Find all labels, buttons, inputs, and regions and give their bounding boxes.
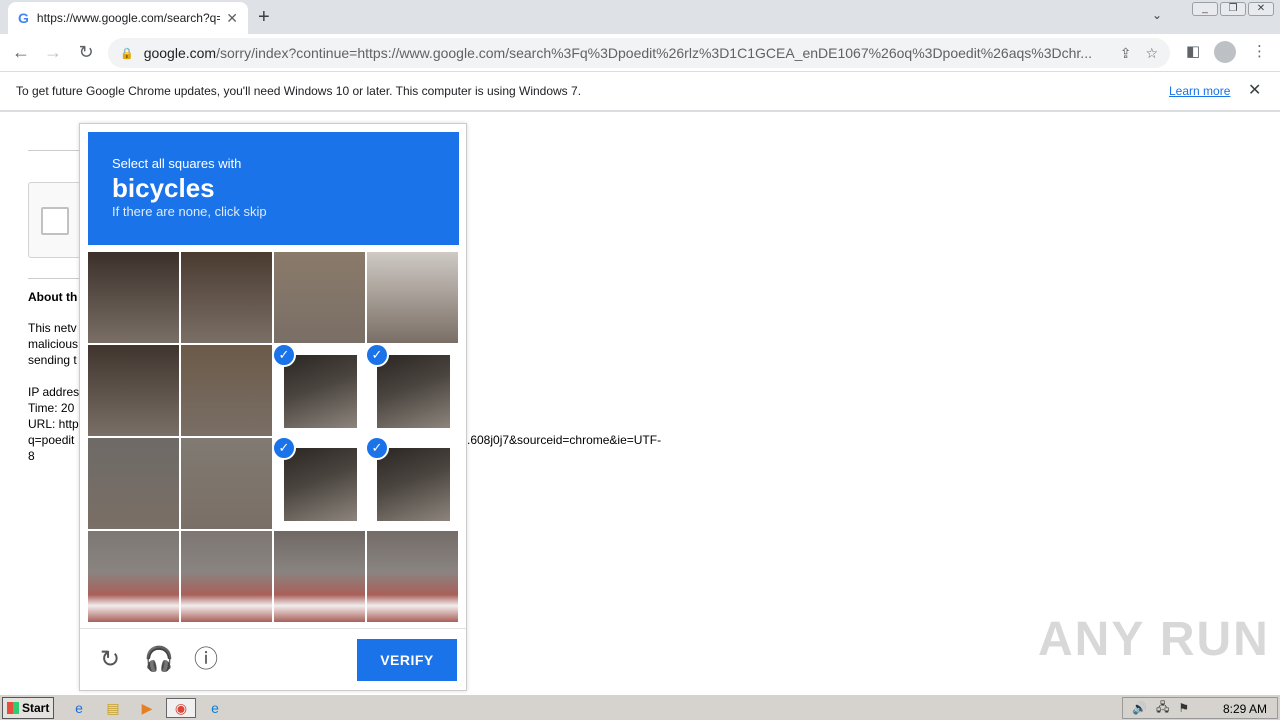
learn-more-link[interactable]: Learn more <box>1169 84 1230 98</box>
captcha-tile[interactable] <box>181 438 272 529</box>
tab-search-chevron-icon[interactable]: ⌄ <box>1152 8 1162 22</box>
minimize-icon[interactable]: _ <box>1192 2 1218 16</box>
anyrun-watermark: ANY RUN <box>1038 613 1270 666</box>
captcha-tile[interactable]: ✓ <box>274 438 365 529</box>
captcha-instruction: Select all squares with <box>112 156 242 171</box>
page-text-line: 8 <box>28 449 35 463</box>
new-tab-icon[interactable]: + <box>258 6 270 29</box>
start-button[interactable]: Start <box>2 697 54 719</box>
audio-challenge-icon[interactable]: 🎧 <box>144 646 174 674</box>
taskbar: Start e ▤ ▶ ◉ e 🔊 🖧 ⚑ 8:29 AM <box>0 694 1280 720</box>
captcha-tile[interactable] <box>274 531 365 622</box>
captcha-tile[interactable] <box>181 531 272 622</box>
about-heading: About th <box>28 290 78 304</box>
forward-icon[interactable]: → <box>42 42 64 63</box>
info-icon[interactable]: ⓘ <box>192 646 220 674</box>
bicycle-image <box>284 448 357 521</box>
captcha-tile[interactable]: ✓ <box>274 345 365 436</box>
tab-close-icon[interactable]: ✕ <box>226 10 238 27</box>
restore-icon[interactable]: ❐ <box>1220 2 1246 16</box>
recaptcha-checkbox[interactable] <box>41 207 69 235</box>
page-text-line: q=poedit <box>28 433 75 447</box>
url-tail-text: .608j0j7&sourceid=chrome&ie=UTF- <box>467 433 662 447</box>
page-text-line: malicious <box>28 337 79 351</box>
page-text-line: Time: 20 <box>28 401 75 415</box>
url-text: google.com/sorry/index?continue=https://… <box>143 45 1092 61</box>
media-player-icon[interactable]: ▶ <box>132 698 162 718</box>
volume-icon[interactable]: 🔊 <box>1132 701 1147 715</box>
browser-tab[interactable]: G https://www.google.com/search?q= ✕ <box>8 2 248 34</box>
infobar-message: To get future Google Chrome updates, you… <box>16 84 582 98</box>
update-infobar: To get future Google Chrome updates, you… <box>0 72 1280 112</box>
verify-button[interactable]: VERIFY <box>357 639 457 681</box>
captcha-tile[interactable] <box>88 531 179 622</box>
tab-title: https://www.google.com/search?q= <box>36 11 221 25</box>
lock-icon[interactable]: 🔒 <box>120 47 134 60</box>
profile-avatar[interactable] <box>1214 41 1236 63</box>
bicycle-image <box>377 355 450 428</box>
network-icon[interactable]: 🖧 <box>1156 698 1169 719</box>
start-label: Start <box>22 701 50 715</box>
chrome-taskbar-icon[interactable]: ◉ <box>166 698 196 718</box>
edge-icon[interactable]: e <box>200 698 230 718</box>
captcha-hint: If there are none, click skip <box>112 204 267 219</box>
captcha-tile[interactable] <box>181 252 272 343</box>
captcha-tile[interactable] <box>88 438 179 529</box>
captcha-challenge: Select all squares with bicycles If ther… <box>79 123 467 691</box>
reload-challenge-icon[interactable]: ↻ <box>96 646 124 674</box>
captcha-tile[interactable] <box>88 252 179 343</box>
explorer-folder-icon[interactable]: ▤ <box>98 698 128 718</box>
action-center-flag-icon[interactable]: ⚑ <box>1178 701 1189 715</box>
share-icon[interactable]: ⇪ <box>1120 45 1132 62</box>
captcha-tile[interactable] <box>274 252 365 343</box>
captcha-target: bicycles <box>112 173 215 203</box>
page-text-line: IP addres <box>28 385 80 399</box>
browser-toolbar: ← → ↻ 🔒 google.com/sorry/index?continue=… <box>0 34 1280 72</box>
tab-strip: G https://www.google.com/search?q= ✕ + ⌄… <box>0 0 1280 34</box>
address-bar[interactable]: 🔒 google.com/sorry/index?continue=https:… <box>108 38 1170 68</box>
captcha-tile[interactable] <box>181 345 272 436</box>
captcha-tile[interactable]: ✓ <box>367 438 458 529</box>
captcha-image-grid: ✓ ✓ ✓ ✓ <box>88 252 459 622</box>
captcha-tile[interactable] <box>367 252 458 343</box>
captcha-tile[interactable] <box>88 345 179 436</box>
captcha-header: Select all squares with bicycles If ther… <box>88 132 459 245</box>
captcha-footer: ↻ 🎧 ⓘ VERIFY <box>80 628 466 690</box>
captcha-tile[interactable]: ✓ <box>367 345 458 436</box>
system-tray: 🔊 🖧 ⚑ 8:29 AM <box>1122 697 1278 719</box>
reload-icon[interactable]: ↻ <box>75 42 97 63</box>
page-text-line: This netv <box>28 321 77 335</box>
page-text-line: URL: http <box>28 417 79 431</box>
bookmark-star-icon[interactable]: ☆ <box>1145 45 1158 62</box>
page-text-line: sending t <box>28 353 77 367</box>
clock[interactable]: 8:29 AM <box>1223 702 1267 716</box>
ie-icon[interactable]: e <box>64 698 94 718</box>
menu-kebab-icon[interactable]: ⋮ <box>1252 42 1267 60</box>
bicycle-image <box>284 355 357 428</box>
back-icon[interactable]: ← <box>10 42 32 63</box>
windows-logo-icon <box>7 702 19 714</box>
window-close-icon[interactable]: ✕ <box>1248 2 1274 16</box>
captcha-tile[interactable] <box>367 531 458 622</box>
window-controls: _ ❐ ✕ <box>1192 2 1274 16</box>
google-favicon-icon: G <box>18 10 29 26</box>
bicycle-image <box>377 448 450 521</box>
side-panel-icon[interactable]: ◧ <box>1186 42 1200 60</box>
infobar-close-icon[interactable]: ✕ <box>1248 80 1261 100</box>
